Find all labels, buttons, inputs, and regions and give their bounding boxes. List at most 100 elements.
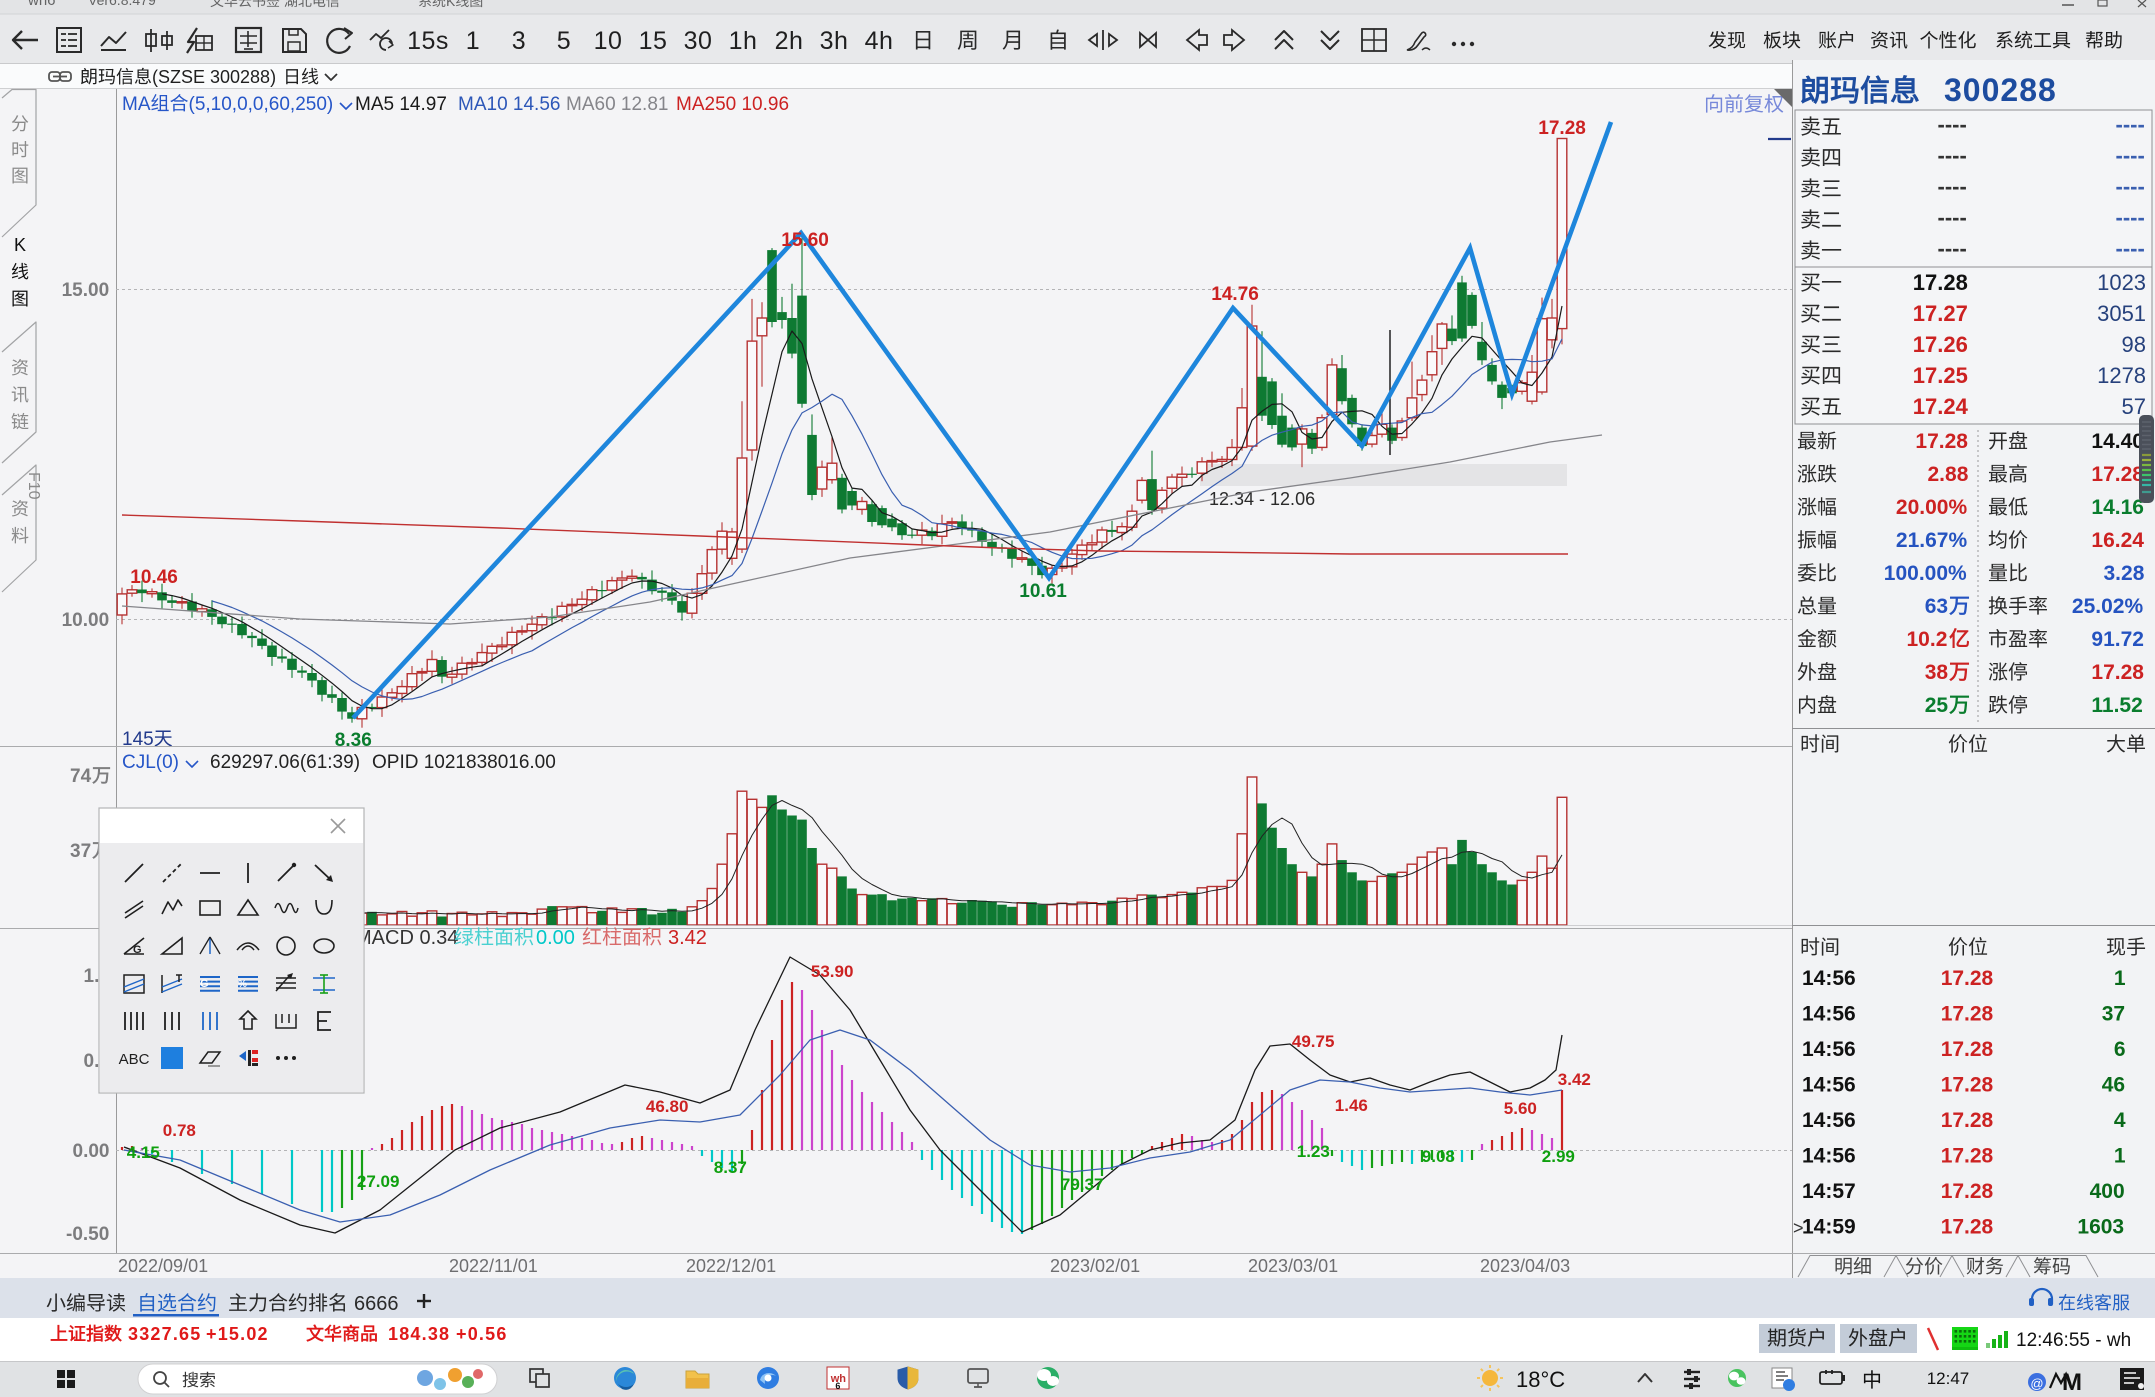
svg-text:5: 5 xyxy=(557,27,571,55)
svg-text:100.00%: 100.00% xyxy=(1884,562,1967,585)
svg-text:----: ---- xyxy=(2116,174,2145,199)
svg-text:@: @ xyxy=(2030,1376,2043,1391)
svg-text:M: M xyxy=(2062,1369,2082,1396)
svg-text:(SZSE 300288): (SZSE 300288) xyxy=(152,67,276,87)
svg-text:38: 38 xyxy=(1925,661,1949,684)
svg-text:MACD 0.34: MACD 0.34 xyxy=(355,927,458,949)
svg-text:17.28: 17.28 xyxy=(1941,1074,1994,1097)
svg-text:15.60: 15.60 xyxy=(781,230,829,251)
svg-text:10: 10 xyxy=(594,27,623,55)
svg-text:14:56: 14:56 xyxy=(1802,967,1856,990)
svg-text:(5,10,0,0,60,250): (5,10,0,0,60,250) xyxy=(189,94,334,115)
svg-text:300288: 300288 xyxy=(1944,72,2057,108)
svg-text:12:46:55 - wh: 12:46:55 - wh xyxy=(2016,1330,2131,1351)
svg-text:10.00: 10.00 xyxy=(62,610,110,631)
svg-text:3: 3 xyxy=(512,27,526,55)
svg-text:14:56: 14:56 xyxy=(1802,1074,1856,1097)
svg-text:4.15: 4.15 xyxy=(127,1143,160,1162)
svg-text:25: 25 xyxy=(1925,694,1949,717)
svg-text:MA250 10.96: MA250 10.96 xyxy=(676,94,789,115)
svg-text:17.28: 17.28 xyxy=(1941,1038,1994,1061)
svg-text:17.28: 17.28 xyxy=(1941,967,1994,990)
svg-text:14:59: 14:59 xyxy=(1802,1216,1856,1239)
svg-text:3.28: 3.28 xyxy=(2104,562,2145,585)
svg-text:17.28: 17.28 xyxy=(2091,661,2144,684)
svg-text:14.76: 14.76 xyxy=(1211,284,1259,305)
svg-text:MA: MA xyxy=(122,94,151,115)
svg-text:F10: F10 xyxy=(25,472,42,500)
svg-text:3.42: 3.42 xyxy=(1558,1070,1591,1089)
svg-text:----: ---- xyxy=(2116,112,2145,137)
svg-text:17.27: 17.27 xyxy=(1913,301,1968,326)
svg-text:6666: 6666 xyxy=(354,1293,399,1315)
svg-text:2022/09/01: 2022/09/01 xyxy=(118,1256,208,1276)
svg-text:9.08: 9.08 xyxy=(1422,1147,1455,1166)
svg-text:30: 30 xyxy=(684,27,713,55)
svg-text:6: 6 xyxy=(835,1381,840,1391)
svg-text:57: 57 xyxy=(2122,394,2146,419)
svg-text:8.37: 8.37 xyxy=(714,1158,747,1177)
svg-text:1: 1 xyxy=(466,27,480,55)
svg-text:2023/04/03: 2023/04/03 xyxy=(1480,1256,1570,1276)
svg-text:1603: 1603 xyxy=(2077,1216,2124,1239)
svg-text:18°C: 18°C xyxy=(1516,1367,1565,1392)
svg-text:16.24: 16.24 xyxy=(2091,529,2144,552)
svg-text:14:56: 14:56 xyxy=(1802,1038,1856,1061)
svg-text:>: > xyxy=(1793,1218,1804,1238)
svg-text:Ver6.8.479: Ver6.8.479 xyxy=(88,0,156,8)
svg-text:2022/12/01: 2022/12/01 xyxy=(686,1256,776,1276)
svg-text:----: ---- xyxy=(1938,174,1967,199)
svg-text:17.25: 17.25 xyxy=(1913,363,1968,388)
svg-text:46.80: 46.80 xyxy=(646,1097,689,1116)
svg-text:2h: 2h xyxy=(775,27,804,55)
svg-text:20.00%: 20.00% xyxy=(1896,496,1968,519)
svg-text:----: ---- xyxy=(1938,112,1967,137)
svg-text:0.00: 0.00 xyxy=(73,1141,110,1162)
svg-text:53.90: 53.90 xyxy=(811,962,854,981)
svg-text:49.75: 49.75 xyxy=(1292,1032,1335,1051)
svg-text:14:56: 14:56 xyxy=(1802,1109,1856,1132)
svg-text:MA10 14.56: MA10 14.56 xyxy=(458,94,560,115)
svg-text:17.26: 17.26 xyxy=(1913,332,1968,357)
svg-text:15.00: 15.00 xyxy=(62,280,110,301)
svg-text:10.2: 10.2 xyxy=(1907,628,1948,651)
svg-text:----: ---- xyxy=(1938,205,1967,230)
svg-text:14.40: 14.40 xyxy=(2091,430,2144,453)
svg-text:----: ---- xyxy=(2116,143,2145,168)
svg-text:17.28: 17.28 xyxy=(2091,463,2144,486)
svg-text:17.24: 17.24 xyxy=(1913,394,1969,419)
svg-text:14:56: 14:56 xyxy=(1802,1145,1856,1168)
svg-text:----: ---- xyxy=(2116,205,2145,230)
svg-text:1: 1 xyxy=(2114,967,2126,990)
svg-text:wh6: wh6 xyxy=(27,0,56,9)
svg-text:79.37: 79.37 xyxy=(1061,1175,1104,1194)
svg-text:15: 15 xyxy=(639,27,668,55)
svg-text:1.23: 1.23 xyxy=(1297,1142,1330,1161)
svg-text:629297.06(61:39): 629297.06(61:39) xyxy=(210,752,360,773)
svg-text:8.36: 8.36 xyxy=(335,730,372,751)
svg-text:+0.56: +0.56 xyxy=(456,1324,508,1344)
svg-text:4: 4 xyxy=(2114,1109,2126,1132)
svg-text:400: 400 xyxy=(2090,1180,2125,1203)
svg-text:----: ---- xyxy=(1938,143,1967,168)
svg-text:21.67%: 21.67% xyxy=(1896,529,1968,552)
svg-text:1: 1 xyxy=(2114,1145,2126,1168)
svg-text:2023/02/01: 2023/02/01 xyxy=(1050,1256,1140,1276)
svg-text:G: G xyxy=(133,944,142,956)
svg-text:5.60: 5.60 xyxy=(1504,1099,1537,1118)
svg-text:12:47: 12:47 xyxy=(1927,1369,1970,1388)
svg-text:17.28: 17.28 xyxy=(1941,1180,1994,1203)
svg-text:MA60 12.81: MA60 12.81 xyxy=(566,94,668,115)
svg-text:2.88: 2.88 xyxy=(1928,463,1969,486)
svg-text:17.28: 17.28 xyxy=(1913,270,1968,295)
svg-text:1023: 1023 xyxy=(2097,270,2146,295)
svg-text:3051: 3051 xyxy=(2097,301,2146,326)
svg-text:OPID 1021838016.00: OPID 1021838016.00 xyxy=(372,752,556,773)
svg-text:G: G xyxy=(200,978,209,990)
svg-text:----: ---- xyxy=(1938,236,1967,261)
svg-text:37: 37 xyxy=(2102,1003,2125,1026)
svg-text:%: % xyxy=(238,979,247,990)
svg-text:CJL(0): CJL(0) xyxy=(122,752,179,773)
svg-text:1278: 1278 xyxy=(2097,363,2146,388)
svg-text:17.28: 17.28 xyxy=(1538,118,1586,139)
